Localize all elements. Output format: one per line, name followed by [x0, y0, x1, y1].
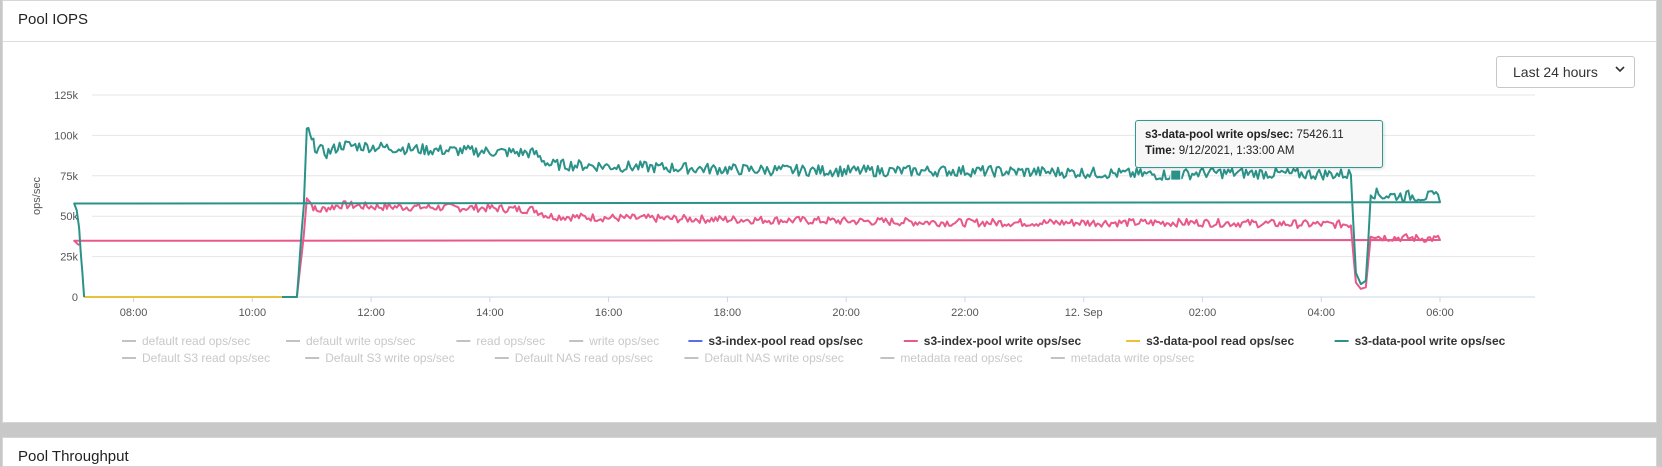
y-tick-label: 0	[72, 292, 78, 304]
y-axis-label: ops/sec	[31, 177, 43, 215]
legend-item-label[interactable]: s3-data-pool read ops/sec	[1146, 334, 1294, 348]
y-tick-label: 75k	[60, 171, 78, 183]
x-tick-label: 20:00	[832, 307, 860, 319]
time-range-select-value: Last 24 hours	[1513, 64, 1598, 80]
x-tick-label: 02:00	[1189, 307, 1217, 319]
legend-item-label[interactable]: read ops/sec	[476, 334, 545, 348]
legend-item-label[interactable]: Default S3 write ops/sec	[325, 351, 454, 365]
legend-item-label[interactable]: metadata write ops/sec	[1071, 351, 1194, 365]
legend-item-label[interactable]: write ops/sec	[588, 334, 659, 348]
legend-item-label[interactable]: s3-index-pool read ops/sec	[708, 334, 863, 348]
hover-point-marker	[1170, 169, 1182, 181]
x-tick-label: 04:00	[1307, 307, 1335, 319]
x-tick-label: 12. Sep	[1065, 307, 1103, 319]
legend-item-label[interactable]: default read ops/sec	[142, 334, 250, 348]
legend-item-label[interactable]: Default NAS read ops/sec	[515, 351, 653, 365]
legend-item-label[interactable]: s3-index-pool write ops/sec	[924, 334, 1082, 348]
legend-item-label[interactable]: metadata read ops/sec	[900, 351, 1022, 365]
pool-throughput-panel: Pool Throughput	[2, 437, 1657, 467]
x-tick-label: 12:00	[357, 307, 385, 319]
legend-item-label[interactable]: Default S3 read ops/sec	[142, 351, 270, 365]
chart-tooltip: s3-data-pool write ops/sec: 75426.11 Tim…	[1135, 120, 1383, 168]
legend-item-label[interactable]: default write ops/sec	[306, 334, 415, 348]
x-tick-label: 10:00	[239, 307, 267, 319]
chevron-down-icon	[1615, 66, 1625, 73]
tooltip-series-label: s3-data-pool write ops/sec	[1145, 129, 1290, 141]
x-tick-label: 06:00	[1426, 307, 1454, 319]
x-tick-label: 22:00	[951, 307, 979, 319]
pool-iops-chart: 0 25k 50k 75k 100k 125k ops/sec 08:00 10:00 12:00…	[31, 90, 1535, 365]
x-tick-label: 16:00	[595, 307, 623, 319]
tooltip-time-label: Time	[1145, 145, 1172, 157]
y-tick-label: 125k	[54, 90, 78, 102]
time-range-select[interactable]: Last 24 hours	[1496, 56, 1635, 88]
tooltip-time-value: 9/12/2021, 1:33:00 AM	[1178, 145, 1295, 157]
series-line-s3-index-pool-write	[73, 197, 1441, 298]
y-tick-label: 100k	[54, 130, 78, 142]
y-tick-label: 25k	[60, 252, 78, 264]
x-tick-label: 18:00	[714, 307, 742, 319]
x-tick-label: 14:00	[476, 307, 504, 319]
tooltip-series-value: 75426.11	[1296, 129, 1344, 141]
x-tick-label: 08:00	[120, 307, 148, 319]
legend-item-label[interactable]: Default NAS write ops/sec	[704, 351, 843, 365]
y-tick-label: 50k	[60, 211, 78, 223]
legend-item-label[interactable]: s3-data-pool write ops/sec	[1355, 334, 1506, 348]
next-panel-title: Pool Throughput	[18, 448, 129, 465]
